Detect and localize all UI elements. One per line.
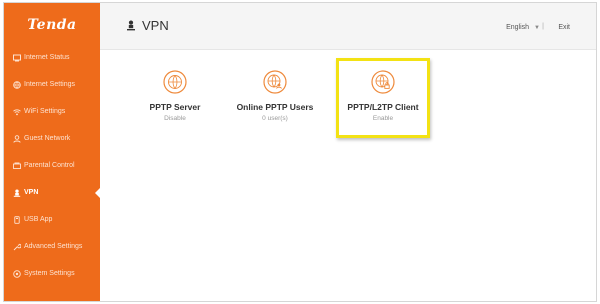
- language-value: English: [506, 24, 530, 31]
- gear-icon: [12, 269, 21, 278]
- sidebar-item-internet-status[interactable]: Internet Status: [4, 44, 100, 71]
- card-status: Disable: [164, 115, 186, 122]
- sidebar-item-wifi-settings[interactable]: WiFi Settings: [4, 98, 100, 125]
- page-title-text: VPN: [142, 18, 169, 33]
- sidebar-item-system-settings[interactable]: System Settings: [4, 260, 100, 287]
- sidebar-item-usb-app[interactable]: USB App: [4, 206, 100, 233]
- card-title: Online PPTP Users: [236, 102, 314, 112]
- sidebar-item-label: System Settings: [24, 270, 75, 277]
- sidebar-item-guest-network[interactable]: Guest Network: [4, 125, 100, 152]
- sidebar-item-label: Guest Network: [24, 135, 71, 142]
- sidebar-item-label: Internet Status: [24, 54, 70, 61]
- card-status: 0 user(s): [262, 115, 288, 122]
- highlight-box: [336, 58, 430, 138]
- vpn-icon: [12, 188, 21, 197]
- sidebar-item-label: Advanced Settings: [24, 243, 83, 250]
- caret-down-icon: ▼: [534, 24, 540, 31]
- sidebar-item-label: Parental Control: [24, 162, 75, 169]
- sidebar-item-parental-control[interactable]: Parental Control: [4, 152, 100, 179]
- sidebar: Tenda Internet Status Internet Settings …: [4, 3, 101, 301]
- globe-users-icon: [263, 70, 287, 94]
- parental-icon: [12, 161, 21, 170]
- wifi-icon: [12, 107, 21, 116]
- sidebar-item-vpn[interactable]: VPN: [4, 179, 101, 206]
- globe-icon: [163, 70, 187, 94]
- globe-icon: [12, 80, 21, 89]
- vpn-icon: [126, 20, 136, 31]
- sidebar-item-label: Internet Settings: [24, 81, 75, 88]
- pptp-server-card[interactable]: PPTP Server Disable: [130, 60, 220, 136]
- page-title: VPN: [126, 18, 169, 33]
- sidebar-item-advanced-settings[interactable]: Advanced Settings: [4, 233, 100, 260]
- language-select[interactable]: English ▼: [506, 24, 540, 31]
- usb-icon: [12, 215, 21, 224]
- online-pptp-users-card[interactable]: Online PPTP Users 0 user(s): [230, 60, 320, 136]
- sidebar-item-label: USB App: [24, 216, 53, 223]
- sidebar-item-internet-settings[interactable]: Internet Settings: [4, 71, 100, 98]
- header-separator: |: [542, 23, 544, 30]
- brand-logo: Tenda: [27, 17, 77, 33]
- guest-icon: [12, 134, 21, 143]
- exit-link[interactable]: Exit: [558, 24, 570, 31]
- card-title: PPTP Server: [149, 102, 201, 112]
- header-bar: VPN English ▼ | Exit: [100, 3, 596, 50]
- sidebar-item-label: WiFi Settings: [24, 108, 66, 115]
- status-icon: [12, 53, 21, 62]
- sidebar-item-label: VPN: [24, 189, 39, 196]
- wrench-icon: [12, 242, 21, 251]
- main-content: PPTP Server Disable Online PPTP Users 0 …: [100, 50, 596, 301]
- sidebar-nav: Internet Status Internet Settings WiFi S…: [4, 44, 101, 287]
